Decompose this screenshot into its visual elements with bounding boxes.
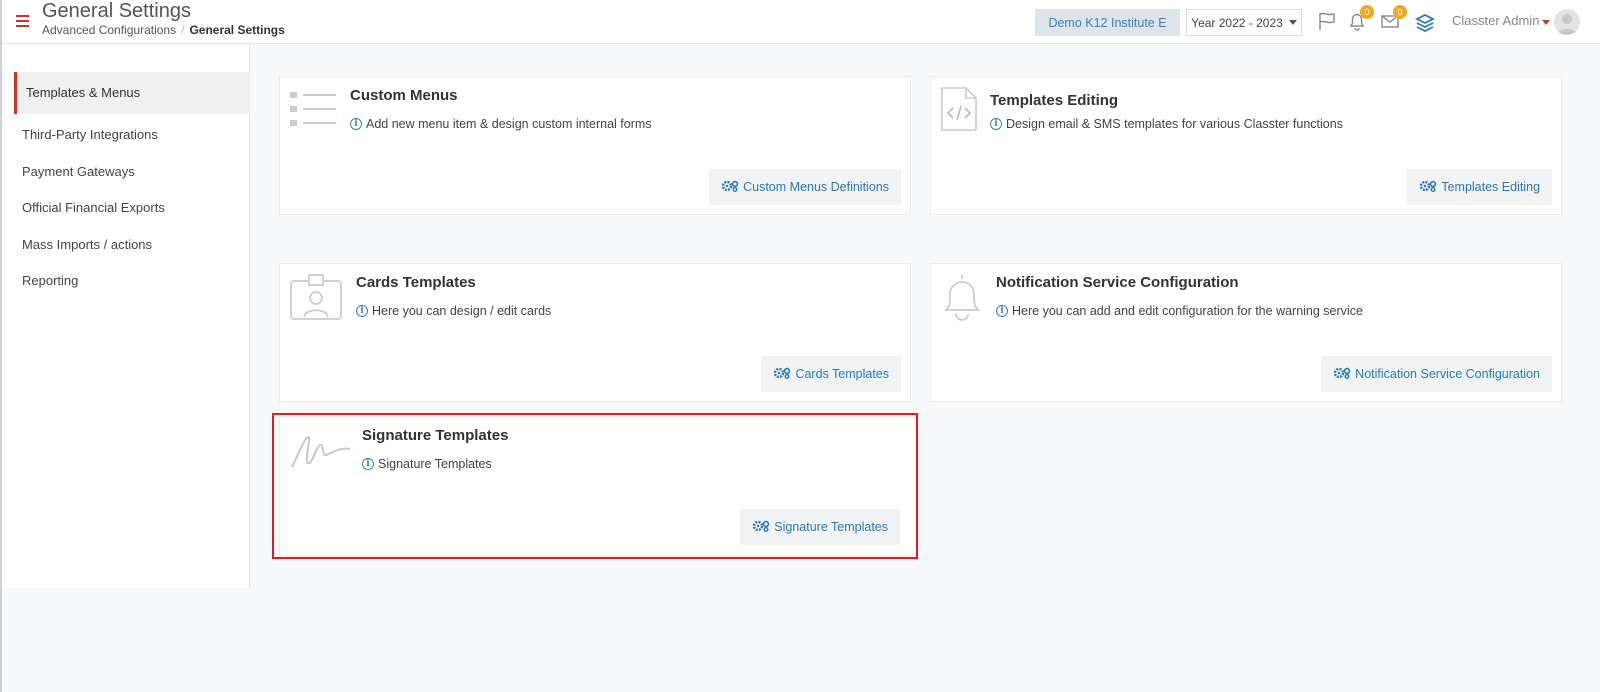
- hamburger-menu-icon[interactable]: [16, 15, 29, 27]
- card-title: Cards Templates: [356, 274, 476, 291]
- year-select[interactable]: Year 2022 - 2023: [1186, 9, 1302, 36]
- code-file-icon: [940, 86, 978, 137]
- selection-highlight: [272, 413, 918, 559]
- cogs-icon: [773, 367, 791, 382]
- info-icon: i: [356, 305, 368, 317]
- card-description-text: Here you can design / edit cards: [372, 304, 552, 318]
- avatar[interactable]: [1554, 9, 1580, 35]
- layers-icon[interactable]: [1414, 10, 1436, 33]
- card-description: i Add new menu item & design custom inte…: [350, 117, 652, 131]
- card-title: Custom Menus: [350, 87, 458, 104]
- sidebar-item-mass-imports[interactable]: Mass Imports / actions: [14, 237, 250, 252]
- breadcrumb: Advanced Configurations / General Settings: [42, 23, 285, 37]
- list-icon: [290, 89, 336, 134]
- notifications-badge: 0: [1360, 5, 1374, 19]
- flag-icon[interactable]: [1316, 10, 1338, 32]
- card-title: Notification Service Configuration: [996, 274, 1239, 291]
- top-header: General Settings Advanced Configurations…: [2, 0, 1600, 44]
- card-cards-templates: Cards Templates i Here you can design / …: [279, 263, 911, 402]
- breadcrumb-separator: /: [181, 23, 185, 37]
- cogs-icon: [721, 180, 739, 195]
- cards-templates-button[interactable]: Cards Templates: [761, 356, 901, 392]
- year-select-value: Year 2022 - 2023: [1191, 15, 1283, 30]
- sidebar-item-payment-gateways[interactable]: Payment Gateways: [14, 164, 250, 179]
- bell-icon[interactable]: 0: [1346, 5, 1374, 32]
- card-description: i Here you can design / edit cards: [356, 304, 551, 318]
- cogs-icon: [1419, 180, 1437, 195]
- envelope-icon[interactable]: 0: [1379, 5, 1407, 32]
- chevron-down-icon: [1288, 20, 1297, 25]
- templates-editing-button[interactable]: Templates Editing: [1407, 169, 1552, 205]
- sidebar-item-official-financial-exports[interactable]: Official Financial Exports: [14, 200, 250, 215]
- card-title: Templates Editing: [990, 92, 1119, 109]
- info-icon: i: [990, 118, 1002, 130]
- card-description: i Here you can add and edit configuratio…: [996, 304, 1363, 318]
- card-custom-menus: Custom Menus i Add new menu item & desig…: [279, 76, 911, 215]
- sidebar-item-reporting[interactable]: Reporting: [14, 273, 250, 288]
- institute-button[interactable]: Demo K12 Institute E: [1035, 9, 1180, 36]
- card-notification-service-configuration: Notification Service Configuration i Her…: [930, 263, 1562, 402]
- card-description-text: Design email & SMS templates for various…: [1006, 117, 1343, 131]
- card-description-text: Add new menu item & design custom intern…: [366, 117, 652, 131]
- sidebar: Templates & Menus Third-Party Integratio…: [2, 44, 250, 588]
- messages-badge: 0: [1393, 5, 1407, 19]
- sidebar-item-third-party-integrations[interactable]: Third-Party Integrations: [14, 127, 250, 142]
- sidebar-item-templates-menus[interactable]: Templates & Menus: [14, 72, 250, 114]
- custom-menus-definitions-button[interactable]: Custom Menus Definitions: [709, 169, 901, 205]
- id-badge-icon: [289, 273, 343, 326]
- notification-service-configuration-button[interactable]: Notification Service Configuration: [1321, 356, 1552, 392]
- info-icon: i: [350, 118, 362, 130]
- card-templates-editing: Templates Editing i Design email & SMS t…: [930, 76, 1562, 215]
- info-icon: i: [996, 305, 1008, 317]
- cogs-icon: [1333, 367, 1351, 382]
- page-title: General Settings: [42, 0, 191, 22]
- user-menu-caret-icon[interactable]: [1542, 20, 1550, 25]
- breadcrumb-current: General Settings: [189, 23, 285, 37]
- breadcrumb-parent[interactable]: Advanced Configurations: [42, 23, 176, 37]
- card-description: i Design email & SMS templates for vario…: [990, 117, 1343, 131]
- bell-icon: [940, 272, 984, 327]
- user-name[interactable]: Classter Admin: [1452, 13, 1539, 28]
- card-description-text: Here you can add and edit configuration …: [1012, 304, 1363, 318]
